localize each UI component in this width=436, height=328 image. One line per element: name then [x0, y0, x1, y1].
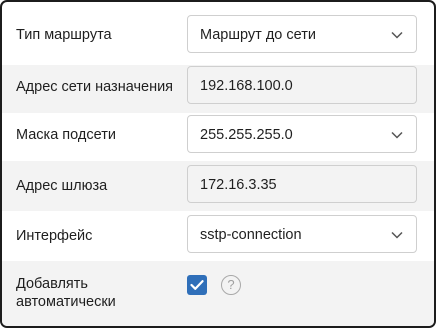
- interface-value: sstp-connection: [200, 227, 302, 243]
- chevron-down-icon: [391, 131, 403, 139]
- subnet-mask-value: 255.255.255.0: [200, 127, 293, 143]
- destination-label: Адрес сети назначения: [16, 79, 174, 95]
- destination-value: 192.168.100.0: [200, 78, 293, 94]
- chevron-down-icon: [391, 231, 403, 239]
- gateway-field[interactable]: 172.16.3.35: [187, 165, 417, 203]
- route-type-label: Тип маршрута: [16, 27, 112, 43]
- route-type-select[interactable]: Маршрут до сети: [187, 15, 417, 53]
- auto-add-label-line2: автоматически: [16, 294, 116, 310]
- auto-add-row: Добавлять автоматически ?: [2, 261, 434, 326]
- gateway-value: 172.16.3.35: [200, 177, 277, 193]
- subnet-mask-select[interactable]: 255.255.255.0: [187, 115, 417, 153]
- subnet-mask-label: Маска подсети: [16, 127, 116, 143]
- help-icon[interactable]: ?: [221, 275, 241, 295]
- gateway-label: Адрес шлюза: [16, 178, 108, 194]
- subnet-mask-row: Маска подсети 255.255.255.0: [2, 113, 434, 161]
- auto-add-label-line1: Добавлять: [16, 276, 88, 292]
- checkmark-icon: [190, 280, 204, 290]
- auto-add-checkbox[interactable]: [187, 275, 207, 295]
- gateway-row: Адрес шлюза 172.16.3.35: [2, 161, 434, 211]
- interface-label: Интерфейс: [16, 228, 93, 244]
- destination-field[interactable]: 192.168.100.0: [187, 66, 417, 104]
- route-type-row: Тип маршрута Маршрут до сети: [2, 2, 434, 65]
- interface-select[interactable]: sstp-connection: [187, 215, 417, 253]
- route-type-value: Маршрут до сети: [200, 27, 316, 43]
- chevron-down-icon: [391, 31, 403, 39]
- destination-row: Адрес сети назначения 192.168.100.0: [2, 65, 434, 113]
- route-settings-panel: Тип маршрута Маршрут до сети Адрес сети …: [0, 0, 436, 328]
- interface-row: Интерфейс sstp-connection: [2, 211, 434, 261]
